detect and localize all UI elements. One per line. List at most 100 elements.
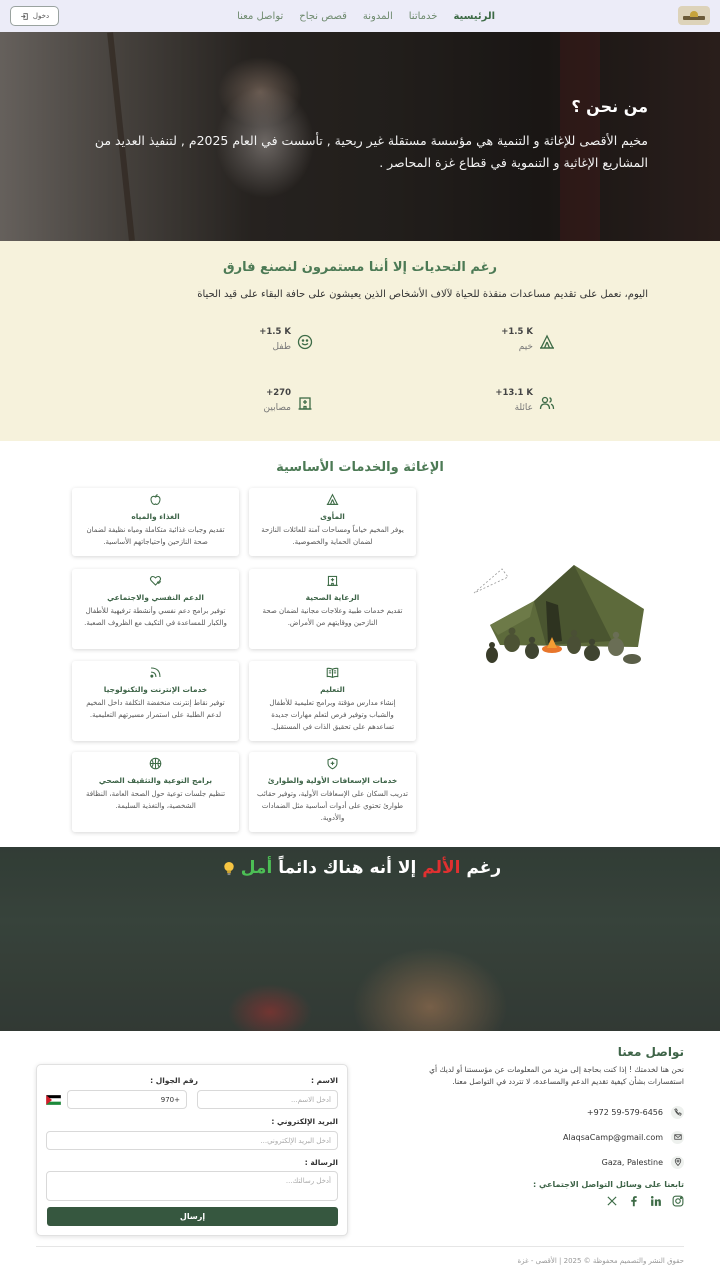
card-title: خدمات الإسعافات الأولية والطوارئ bbox=[267, 776, 398, 785]
book-icon bbox=[326, 667, 339, 678]
email-address: AlaqsaCamp@gmail.com bbox=[563, 1132, 663, 1142]
contact-form: الاسم : رقم الجوال : البريد الإلكتروني :… bbox=[36, 1064, 348, 1236]
copyright-text: حقوق النشر والتصميم محفوظة © 2025 | الأق… bbox=[517, 1257, 684, 1265]
service-card-healthcare: الرعاية الصحية تقديم خدمات طبية وعلاجات … bbox=[249, 569, 416, 649]
facebook-icon[interactable] bbox=[628, 1195, 640, 1207]
stat-label: طفل bbox=[272, 342, 291, 352]
login-button[interactable]: دخول bbox=[10, 6, 59, 26]
lightbulb-icon bbox=[224, 861, 234, 875]
nav-link-services[interactable]: خدماتنا bbox=[409, 11, 438, 22]
hope-title-hope: أمل bbox=[240, 858, 273, 878]
phone-number: +972 59-579-6456 bbox=[586, 1107, 663, 1117]
contact-section: تواصل معنا نحن هنا لخدمتك ! إذا كنت بحاج… bbox=[0, 1031, 720, 1280]
service-card-health-awareness: برامج التوعية والتثقيف الصحي تنظيم جلسات… bbox=[72, 752, 239, 832]
card-desc: توفير نقاط إنترنت منخفضة التكلفة داخل ال… bbox=[86, 699, 225, 719]
navbar: الرئيسية خدماتنا المدونة قصص نجاح تواصل … bbox=[0, 0, 720, 32]
service-card-food-water: الغذاء والمياه تقديم وجبات غذائية متكامل… bbox=[72, 488, 239, 556]
services-title: الإغاثة والخدمات الأساسية bbox=[276, 460, 444, 475]
instagram-icon[interactable] bbox=[672, 1195, 684, 1207]
stat-label: مصابين bbox=[263, 403, 291, 413]
camp-tent-illustration bbox=[473, 565, 644, 664]
stat-tents: +1.5 K خيم bbox=[435, 327, 555, 361]
smile-icon bbox=[297, 334, 313, 350]
card-desc: توفير برامج دعم نفسي وأنشطة ترفيهية للأط… bbox=[84, 607, 227, 627]
palestine-flag-icon[interactable] bbox=[46, 1095, 61, 1105]
nav-link-contact[interactable]: تواصل معنا bbox=[237, 11, 283, 22]
logo-icon bbox=[683, 11, 705, 20]
service-card-internet: خدمات الإنترنت والتكنولوجيا توفير نقاط إ… bbox=[72, 661, 239, 741]
nav-link-success-stories[interactable]: قصص نجاح bbox=[299, 11, 347, 22]
card-title: المأوى bbox=[320, 512, 345, 521]
stat-label: خيم bbox=[518, 342, 533, 352]
contact-phone[interactable]: +972 59-579-6456 bbox=[587, 1105, 684, 1119]
contact-title: تواصل معنا bbox=[617, 1045, 684, 1059]
mail-icon bbox=[671, 1130, 684, 1144]
stat-value: +1.5 K bbox=[501, 327, 533, 337]
card-desc: تدريب السكان على الإسعافات الأولية، وتوف… bbox=[256, 790, 408, 822]
contact-address: Gaza, Palestine bbox=[602, 1155, 684, 1169]
nav-links: الرئيسية خدماتنا المدونة قصص نجاح تواصل … bbox=[237, 0, 495, 32]
shield-plus-icon bbox=[327, 757, 338, 770]
phone-input[interactable] bbox=[67, 1090, 187, 1109]
name-label: الاسم : bbox=[310, 1076, 338, 1085]
card-desc: تقديم خدمات طبية وعلاجات مجانية لضمان صح… bbox=[262, 607, 403, 627]
location-icon bbox=[671, 1155, 684, 1169]
email-input[interactable] bbox=[46, 1131, 338, 1150]
heart-hand-icon bbox=[149, 575, 162, 586]
service-card-psychosocial: الدعم النفسي والاجتماعي توفير برامج دعم … bbox=[72, 569, 239, 649]
nav-link-blog[interactable]: المدونة bbox=[363, 11, 393, 22]
stat-value: +1.5 K bbox=[259, 327, 291, 337]
linkedin-icon[interactable] bbox=[650, 1195, 662, 1207]
rss-icon bbox=[150, 667, 161, 678]
email-label: البريد الإلكتروني : bbox=[271, 1117, 338, 1126]
card-title: الغذاء والمياه bbox=[131, 512, 180, 521]
tent-icon bbox=[539, 334, 555, 349]
about-text: مخيم الأقصى للإغاثة و التنمية هي مؤسسة م… bbox=[94, 133, 648, 170]
about-title: من نحن ؟ bbox=[571, 97, 648, 116]
x-icon[interactable] bbox=[606, 1195, 618, 1207]
nav-link-home[interactable]: الرئيسية bbox=[453, 11, 495, 22]
card-desc: تنظيم جلسات توعية حول الصحة العامة، النظ… bbox=[85, 790, 226, 810]
stats-section: رغم التحديات إلا أننا مستمرون لنصنع فارق… bbox=[0, 241, 720, 441]
apple-icon bbox=[150, 493, 161, 505]
contact-text: نحن هنا لخدمتك ! إذا كنت بحاجة إلى مزيد … bbox=[429, 1065, 684, 1086]
social-follow-label: تابعنا على وسائل التواصل الاجتماعي : bbox=[532, 1180, 684, 1189]
footer-divider bbox=[36, 1246, 684, 1247]
hospital-icon bbox=[298, 397, 312, 410]
stat-value: +270 bbox=[266, 388, 291, 398]
contact-email[interactable]: AlaqsaCamp@gmail.com bbox=[563, 1130, 684, 1144]
name-input[interactable] bbox=[197, 1090, 338, 1109]
stats-subtitle: اليوم، نعمل على تقديم مساعدات منقذة للحي… bbox=[197, 289, 648, 300]
message-label: الرسالة : bbox=[304, 1158, 338, 1167]
card-title: الدعم النفسي والاجتماعي bbox=[107, 593, 204, 602]
address-text: Gaza, Palestine bbox=[601, 1157, 663, 1167]
social-links bbox=[606, 1195, 684, 1207]
service-card-first-aid: خدمات الإسعافات الأولية والطوارئ تدريب ا… bbox=[249, 752, 416, 832]
card-desc: تقديم وجبات غذائية متكاملة ومياه نظيفة ل… bbox=[86, 526, 225, 546]
stats-title: رغم التحديات إلا أننا مستمرون لنصنع فارق bbox=[223, 260, 497, 275]
phone-icon bbox=[671, 1105, 684, 1119]
hope-title-pain: الألم bbox=[422, 858, 461, 878]
hope-title-part1: رغم bbox=[466, 858, 502, 878]
hope-banner: رغم الألم إلا أنه هناك دائماً أمل bbox=[0, 847, 720, 1031]
message-input[interactable] bbox=[46, 1171, 338, 1201]
card-title: الرعاية الصحية bbox=[305, 593, 360, 602]
basketball-icon bbox=[149, 757, 162, 770]
logo[interactable] bbox=[678, 6, 710, 25]
hero-section: من نحن ؟ مخيم الأقصى للإغاثة و التنمية ه… bbox=[0, 32, 720, 241]
login-label: دخول bbox=[32, 12, 50, 20]
card-title: التعليم bbox=[320, 685, 345, 694]
stat-children: +1.5 K طفل bbox=[193, 327, 313, 361]
service-card-education: التعليم إنشاء مدارس مؤقتة وبرامج تعليمية… bbox=[249, 661, 416, 741]
family-icon bbox=[539, 396, 555, 410]
hope-title: رغم الألم إلا أنه هناك دائماً أمل bbox=[0, 858, 720, 878]
card-title: خدمات الإنترنت والتكنولوجيا bbox=[103, 685, 208, 694]
stat-families: +13.1 K عائلة bbox=[435, 388, 555, 422]
card-desc: إنشاء مدارس مؤقتة وبرامج تعليمية للأطفال… bbox=[269, 699, 396, 731]
services-section: الإغاثة والخدمات الأساسية المأوى يوفر ال… bbox=[0, 441, 720, 847]
submit-button[interactable]: إرسال bbox=[47, 1207, 338, 1226]
service-card-shelter: المأوى يوفر المخيم خياماً ومساحات آمنة ل… bbox=[249, 488, 416, 556]
hospital-icon bbox=[327, 575, 338, 586]
card-desc: يوفر المخيم خياماً ومساحات آمنة للعائلات… bbox=[261, 526, 404, 546]
stat-injured: +270 مصابين bbox=[193, 388, 313, 422]
